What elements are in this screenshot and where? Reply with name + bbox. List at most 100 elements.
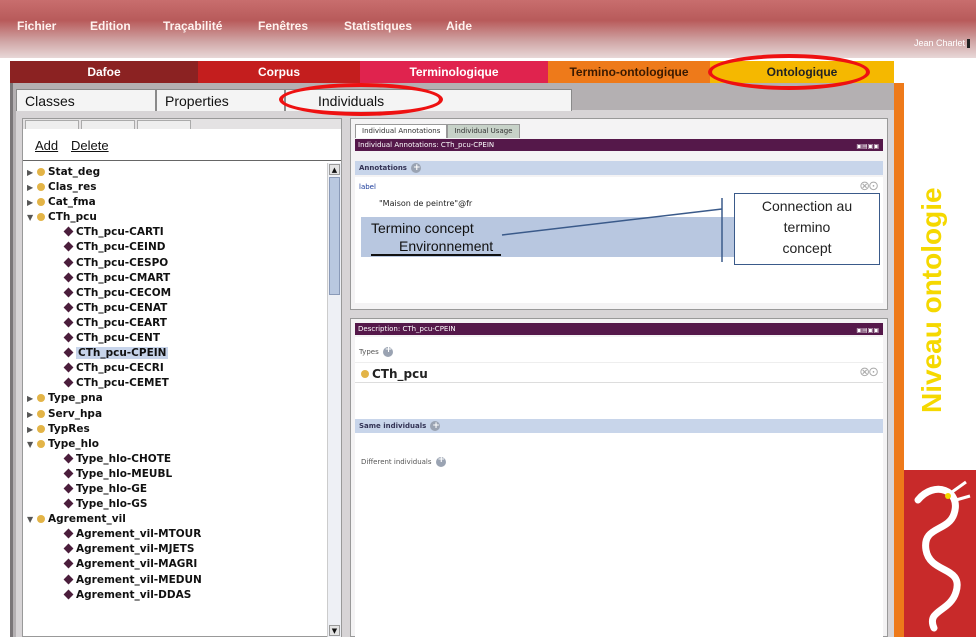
menu-aide[interactable]: Aide — [446, 19, 472, 33]
tree-individual-node[interactable]: Type_hlo-GS — [25, 497, 325, 512]
add-type-icon[interactable] — [382, 345, 393, 357]
expand-down-icon[interactable]: ▼ — [27, 512, 37, 527]
individuals-tree-panel: Add Delete ▶ Stat_deg ▶ Clas_res ▶ Cat_fma ▼ CT… — [22, 118, 342, 637]
tree-class-node[interactable]: ▼ Agrement_vil — [25, 512, 325, 527]
window-buttons-icon[interactable]: ▣▤▣▣ — [856, 141, 879, 153]
tree-node-label: Agrement_vil-MTOUR — [76, 528, 202, 541]
delete-button[interactable]: Delete — [71, 138, 109, 153]
individuals-tree: ▶ Stat_deg ▶ Clas_res ▶ Cat_fma ▼ CTh_pcu CTh_pc… — [25, 165, 325, 635]
expand-right-icon[interactable]: ▶ — [27, 180, 37, 195]
tree-node-label: Type_hlo-GE — [76, 482, 148, 495]
tree-individual-node[interactable]: Agrement_vil-MAGRI — [25, 557, 325, 572]
tree-class-node[interactable]: ▶ Stat_deg — [25, 165, 325, 180]
description-title: Description: CTh_pcu-CPEIN — [358, 325, 456, 333]
individual-diamond-icon — [63, 347, 74, 358]
menu-edition[interactable]: Edition — [90, 19, 131, 33]
scroll-down-icon[interactable]: ▼ — [329, 625, 340, 636]
tree-individual-node[interactable]: Agrement_vil-MTOUR — [25, 527, 325, 542]
tree-node-label: Agrement_vil-DDAS — [76, 588, 192, 601]
tree-individual-node[interactable]: CTh_pcu-CPEIN — [25, 346, 325, 361]
tree-individual-node[interactable]: Agrement_vil-DDAS — [25, 588, 325, 603]
edit-delete-icons[interactable]: ⊗⊙ — [859, 179, 879, 194]
tree-node-label: Type_hlo — [48, 437, 99, 450]
scroll-up-icon[interactable]: ▲ — [329, 164, 340, 175]
menu-tracabilite[interactable]: Traçabilité — [163, 19, 222, 33]
tree-node-label: CTh_pcu-CARTI — [76, 226, 164, 239]
tree-class-node[interactable]: ▶ Serv_hpa — [25, 407, 325, 422]
tab-classes[interactable]: Classes — [16, 89, 156, 111]
type-row[interactable]: CTh_pcu ⊗⊙ — [355, 362, 883, 383]
tree-individual-node[interactable]: CTh_pcu-CENAT — [25, 301, 325, 316]
expand-right-icon[interactable]: ▶ — [27, 195, 37, 210]
tree-panel-tab[interactable] — [81, 120, 135, 129]
tree-individual-node[interactable]: CTh_pcu-CENT — [25, 331, 325, 346]
tab-corpus[interactable]: Corpus — [198, 61, 360, 83]
tree-class-node[interactable]: ▶ TypRes — [25, 422, 325, 437]
tree-individual-node[interactable]: Type_hlo-MEUBL — [25, 467, 325, 482]
tree-individual-node[interactable]: Type_hlo-GE — [25, 482, 325, 497]
tree-individual-node[interactable]: CTh_pcu-CECOM — [25, 286, 325, 301]
individual-diamond-icon — [63, 558, 74, 569]
expand-right-icon[interactable]: ▶ — [27, 407, 37, 422]
annotations-section-header: Annotations — [355, 161, 883, 175]
tree-individual-node[interactable]: CTh_pcu-CMART — [25, 271, 325, 286]
tree-node-label: CTh_pcu-CEART — [76, 316, 167, 329]
tree-panel-tab[interactable] — [25, 120, 79, 129]
tree-individual-node[interactable]: CTh_pcu-CESPO — [25, 256, 325, 271]
tree-class-node[interactable]: ▶ Clas_res — [25, 180, 325, 195]
tree-node-label: Serv_hpa — [48, 407, 103, 420]
description-body: Types CTh_pcu ⊗⊙ Same individuals Differ… — [355, 337, 883, 637]
individual-diamond-icon — [63, 302, 74, 313]
tab-individuals[interactable]: Individuals — [285, 89, 572, 111]
tab-individual-usage[interactable]: Individual Usage — [447, 124, 520, 138]
tree-node-label: Agrement_vil-MJETS — [76, 543, 195, 556]
tab-termino-ontologique[interactable]: Termino-ontologique — [548, 61, 710, 83]
class-dot-icon — [37, 213, 45, 222]
tab-individual-annotations[interactable]: Individual Annotations — [355, 124, 448, 138]
tab-ontologique[interactable]: Ontologique — [710, 61, 894, 83]
tree-individual-node[interactable]: CTh_pcu-CEART — [25, 316, 325, 331]
tab-dafoe[interactable]: Dafoe — [10, 61, 198, 83]
tree-node-label: CTh_pcu-CECOM — [76, 286, 172, 299]
tree-individual-node[interactable]: CTh_pcu-CECRI — [25, 361, 325, 376]
tree-node-label: Type_pna — [48, 392, 103, 405]
callout-line-3: concept — [782, 240, 832, 256]
class-dot-icon — [37, 394, 45, 403]
tab-terminologique[interactable]: Terminologique — [360, 61, 548, 83]
edit-delete-icons[interactable]: ⊗⊙ — [859, 365, 879, 380]
tree-individual-node[interactable]: Agrement_vil-MEDUN — [25, 573, 325, 588]
menu-fichier[interactable]: Fichier — [17, 19, 56, 33]
tree-individual-node[interactable]: CTh_pcu-CARTI — [25, 225, 325, 240]
add-button[interactable]: Add — [35, 138, 58, 153]
tree-node-label: Agrement_vil — [48, 513, 126, 526]
tab-properties[interactable]: Properties — [156, 89, 285, 111]
annotations-title-bar: Individual Annotations: CTh_pcu-CPEIN ▣▤… — [355, 139, 883, 151]
tree-class-node[interactable]: ▶ Type_pna — [25, 391, 325, 406]
tree-individual-node[interactable]: Type_hlo-CHOTE — [25, 452, 325, 467]
individual-diamond-icon — [63, 257, 74, 268]
tree-class-node[interactable]: ▼ CTh_pcu — [25, 210, 325, 225]
tree-class-node[interactable]: ▼ Type_hlo — [25, 437, 325, 452]
tree-individual-node[interactable]: CTh_pcu-CEMET — [25, 376, 325, 391]
tree-toolbar: Add Delete — [23, 129, 341, 161]
tree-class-node[interactable]: ▶ Cat_fma — [25, 195, 325, 210]
expand-right-icon[interactable]: ▶ — [27, 422, 37, 437]
tree-individual-node[interactable]: CTh_pcu-CEIND — [25, 240, 325, 255]
expand-right-icon[interactable]: ▶ — [27, 391, 37, 406]
menu-statistiques[interactable]: Statistiques — [344, 19, 412, 33]
tree-scrollbar[interactable]: ▲ ▼ — [327, 163, 341, 637]
scroll-thumb[interactable] — [329, 177, 340, 295]
annotation-property[interactable]: label — [359, 183, 376, 191]
tree-panel-tab[interactable] — [137, 120, 191, 129]
tree-node-label: Type_hlo-GS — [76, 498, 148, 511]
expand-right-icon[interactable]: ▶ — [27, 165, 37, 180]
add-annotation-icon[interactable] — [410, 161, 421, 175]
class-dot-icon — [37, 198, 45, 207]
tree-individual-node[interactable]: Agrement_vil-MJETS — [25, 542, 325, 557]
add-same-individual-icon[interactable] — [430, 419, 441, 433]
menu-fenetres[interactable]: Fenêtres — [258, 19, 308, 33]
expand-down-icon[interactable]: ▼ — [27, 437, 37, 452]
window-buttons-icon[interactable]: ▣▤▣▣ — [856, 325, 879, 337]
expand-down-icon[interactable]: ▼ — [27, 210, 37, 225]
add-different-individual-icon[interactable] — [435, 455, 446, 467]
